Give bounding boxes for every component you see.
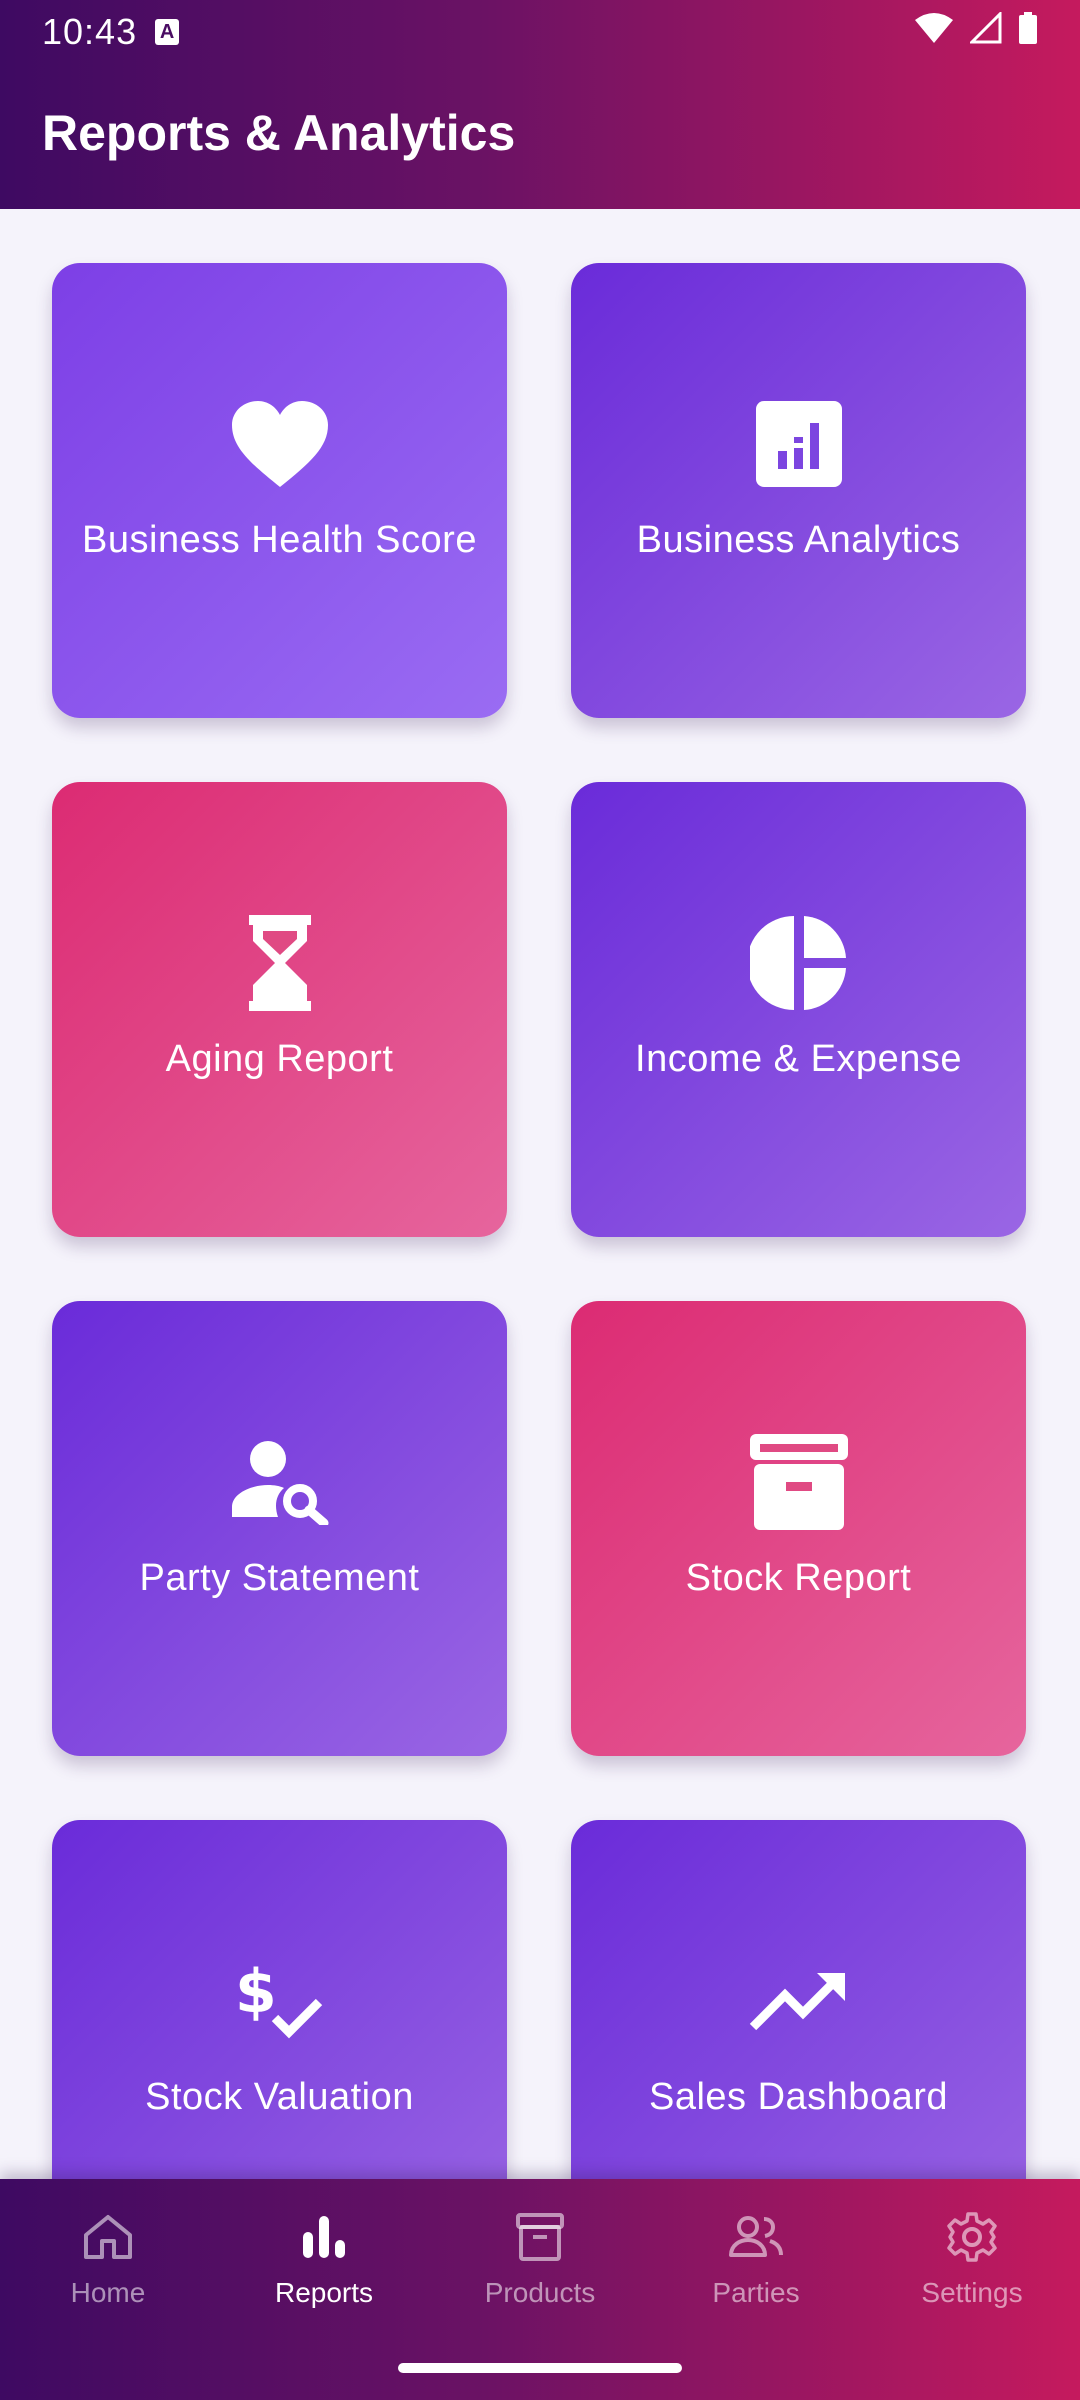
card-label: Business Health Score [82,519,477,561]
nav-label: Products [484,2277,596,2308]
reports-grid: Business Health Score Business Analytics… [0,209,1080,2179]
archive-icon [512,2209,568,2265]
card-business-health-score[interactable]: Business Health Score [52,263,507,718]
nav-item-products[interactable]: Products [432,2209,648,2329]
nav-label: Settings [921,2277,1023,2308]
analytics-icon [744,389,854,499]
pie-chart-icon [744,908,854,1018]
dollar-check-icon: $ [225,1946,335,2056]
nav-label: Reports [274,2277,374,2308]
card-stock-report[interactable]: Stock Report [571,1301,1026,1756]
gear-icon [944,2209,1000,2265]
nav-label: Parties [712,2277,800,2308]
card-label: Sales Dashboard [648,2076,948,2118]
card-sales-dashboard[interactable]: Sales Dashboard [571,1820,1026,2179]
card-label: Stock Valuation [145,2076,414,2118]
card-party-statement[interactable]: Party Statement [52,1301,507,1756]
person-search-icon [225,1427,335,1537]
home-icon [80,2209,136,2265]
hourglass-icon [225,908,335,1018]
page-title: Reports & Analytics [42,105,516,161]
nav-item-home[interactable]: Home [0,2209,216,2329]
card-aging-report[interactable]: Aging Report [52,782,507,1237]
card-label: Aging Report [165,1038,394,1080]
card-label: Party Statement [139,1557,420,1599]
card-business-analytics[interactable]: Business Analytics [571,263,1026,718]
nav-item-reports[interactable]: Reports [216,2209,432,2329]
nav-item-parties[interactable]: Parties [648,2209,864,2329]
status-bar: 10:43 A [0,0,1080,64]
nav-item-settings[interactable]: Settings [864,2209,1080,2329]
battery-icon [1018,11,1038,53]
accessibility-badge-icon: A [155,19,180,45]
wifi-icon [914,11,954,53]
card-label: Stock Report [685,1557,912,1599]
status-time: 10:43 [42,11,138,52]
nav-label: Home [70,2277,146,2308]
people-icon [728,2209,784,2265]
gesture-home-bar[interactable] [398,2363,682,2373]
signal-icon [968,10,1002,53]
trending-up-icon [744,1946,854,2056]
svg-text:$: $ [235,1958,277,2027]
card-income-expense[interactable]: Income & Expense [571,782,1026,1237]
app-bar: 10:43 A Reports & Analytics [0,0,1080,209]
card-label: Income & Expense [635,1038,962,1080]
archive-box-icon [744,1427,854,1537]
card-stock-valuation[interactable]: $ Stock Valuation [52,1820,507,2179]
heart-icon [225,389,335,499]
card-label: Business Analytics [636,519,961,561]
bar-chart-icon [296,2209,352,2265]
